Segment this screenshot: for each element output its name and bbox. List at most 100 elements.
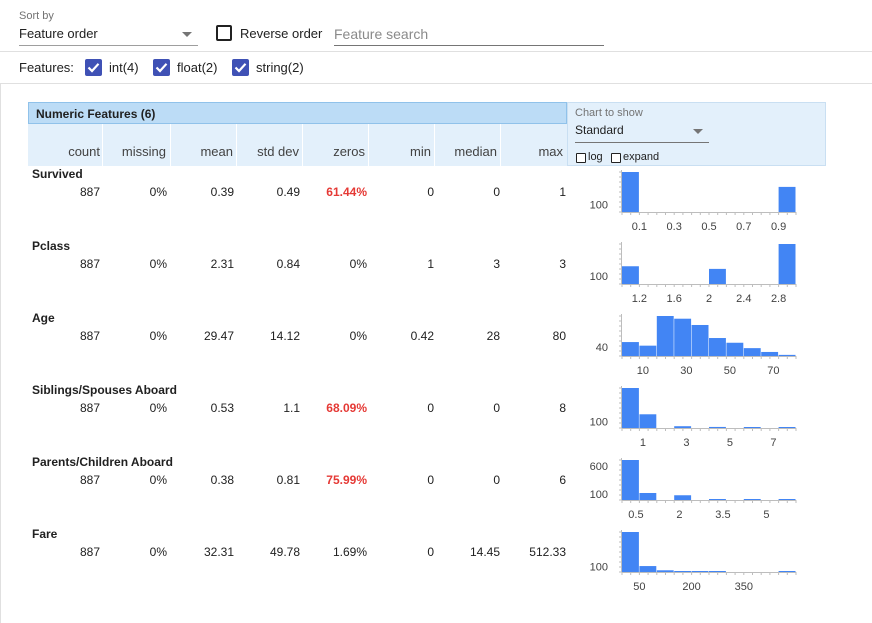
histogram-bar[interactable] — [778, 244, 796, 284]
cell-std-dev: 14.12 — [269, 329, 300, 343]
chart-type-dropdown[interactable]: Standard — [575, 123, 709, 143]
cell-median: 28 — [486, 329, 500, 343]
col-header-count[interactable]: count — [28, 144, 100, 159]
x-tick-label: 0.5 — [628, 509, 643, 521]
expand-label[interactable]: expand — [623, 151, 659, 163]
histogram-bar[interactable] — [639, 414, 657, 428]
cell-median: 14.45 — [469, 545, 500, 559]
sort-by-dropdown[interactable]: Feature order — [19, 26, 198, 46]
x-tick-label: 5 — [727, 437, 733, 449]
cell-count: 887 — [79, 329, 100, 343]
histogram-bar[interactable] — [709, 426, 726, 428]
x-tick-label: 10 — [637, 365, 649, 377]
x-tick-label: 5 — [763, 509, 769, 521]
histogram-bar[interactable] — [709, 338, 726, 356]
chart-type-value: Standard — [575, 123, 624, 137]
int-checkbox[interactable] — [85, 59, 102, 76]
histogram-bar[interactable] — [778, 186, 796, 212]
cell-min: 0 — [427, 473, 434, 487]
histogram-bar[interactable] — [622, 460, 639, 500]
reverse-order-label[interactable]: Reverse order — [240, 26, 322, 41]
col-header-zeros[interactable]: zeros — [302, 144, 365, 159]
histogram-bar[interactable] — [778, 427, 796, 428]
histogram-bar[interactable] — [709, 571, 726, 572]
cell-min: 0.42 — [410, 329, 434, 343]
histogram-bar[interactable] — [674, 318, 692, 356]
string-checkbox[interactable] — [232, 59, 249, 76]
histogram-bar[interactable] — [743, 348, 761, 356]
col-header-median[interactable]: median — [434, 144, 497, 159]
x-tick-label: 70 — [767, 365, 779, 377]
histogram-bar[interactable] — [674, 426, 692, 428]
log-checkbox[interactable] — [576, 153, 586, 163]
histogram-bar[interactable] — [674, 571, 692, 572]
cell-mean: 2.31 — [210, 257, 234, 271]
reverse-order-checkbox[interactable] — [216, 25, 232, 41]
cell-min: 0 — [427, 401, 434, 415]
histogram-bar[interactable] — [622, 532, 639, 572]
histogram-bar[interactable] — [709, 499, 726, 500]
histogram-bar[interactable] — [656, 316, 674, 356]
string-checkbox-label[interactable]: string(2) — [256, 60, 304, 75]
histogram-chart[interactable]: 10 30 50 70 40 — [578, 310, 808, 382]
x-tick-label: 1.2 — [632, 293, 647, 305]
x-tick-label: 0.3 — [667, 221, 682, 233]
histogram-bar[interactable] — [691, 571, 709, 572]
histogram-bar[interactable] — [639, 566, 657, 572]
histogram-bar[interactable] — [743, 499, 761, 500]
histogram-chart[interactable]: 1 3 5 7 100 — [578, 382, 808, 454]
histogram-bar[interactable] — [778, 354, 796, 356]
histogram-bar[interactable] — [622, 342, 639, 356]
chart-control-header: Chart to show Standard log expand — [567, 102, 826, 166]
histogram-bar[interactable] — [778, 499, 796, 500]
cell-missing: 0% — [149, 185, 167, 199]
histogram-bar[interactable] — [622, 388, 639, 428]
histogram-bar[interactable] — [622, 266, 639, 284]
feature-name[interactable]: Age — [32, 311, 55, 325]
histogram-bar[interactable] — [639, 345, 657, 356]
x-tick-label: 0.5 — [701, 221, 716, 233]
feature-name[interactable]: Pclass — [32, 239, 70, 253]
log-label[interactable]: log — [588, 151, 603, 163]
histogram-bar[interactable] — [709, 268, 726, 284]
x-tick-label: 50 — [724, 365, 736, 377]
histogram-bar[interactable] — [639, 492, 657, 500]
float-checkbox-label[interactable]: float(2) — [177, 60, 217, 75]
chart-to-show-label: Chart to show — [575, 107, 643, 119]
float-checkbox[interactable] — [153, 59, 170, 76]
histogram-bar[interactable] — [622, 172, 639, 212]
y-tick-label: 100 — [590, 562, 608, 574]
expand-checkbox[interactable] — [611, 153, 621, 163]
cell-min: 0 — [427, 545, 434, 559]
histogram-chart[interactable]: 50 200 350 100 — [578, 526, 808, 598]
feature-name[interactable]: Survived — [32, 167, 83, 181]
col-header-missing[interactable]: missing — [102, 144, 166, 159]
cell-std-dev: 0.49 — [276, 185, 300, 199]
histogram-bar[interactable] — [674, 495, 692, 500]
col-header-mean[interactable]: mean — [170, 144, 233, 159]
feature-name[interactable]: Fare — [32, 527, 57, 541]
histogram-bar[interactable] — [778, 571, 796, 572]
x-tick-label: 50 — [633, 581, 645, 593]
feature-name[interactable]: Siblings/Spouses Aboard — [32, 383, 177, 397]
cell-mean: 0.38 — [210, 473, 234, 487]
histogram-chart[interactable]: 0.5 2 3.5 5 600 100 — [578, 454, 808, 526]
col-header-max[interactable]: max — [500, 144, 563, 159]
x-tick-label: 2.4 — [736, 293, 751, 305]
cell-median: 0 — [493, 473, 500, 487]
histogram-bar[interactable] — [656, 570, 674, 572]
int-checkbox-label[interactable]: int(4) — [109, 60, 139, 75]
cell-min: 1 — [427, 257, 434, 271]
col-header-std-dev[interactable]: std dev — [236, 144, 299, 159]
cell-std-dev: 0.84 — [276, 257, 300, 271]
y-tick-label: 100 — [590, 271, 608, 283]
feature-name[interactable]: Parents/Children Aboard — [32, 455, 173, 469]
histogram-bar[interactable] — [761, 351, 779, 356]
histogram-chart[interactable]: 0.1 0.3 0.5 0.7 0.9 100 — [578, 166, 808, 238]
histogram-bar[interactable] — [691, 324, 709, 356]
histogram-chart[interactable]: 1.2 1.6 2 2.4 2.8 100 — [578, 238, 808, 310]
col-header-min[interactable]: min — [368, 144, 431, 159]
feature-search-input[interactable]: Feature search — [334, 24, 604, 46]
histogram-bar[interactable] — [726, 342, 744, 356]
histogram-bar[interactable] — [743, 427, 761, 428]
